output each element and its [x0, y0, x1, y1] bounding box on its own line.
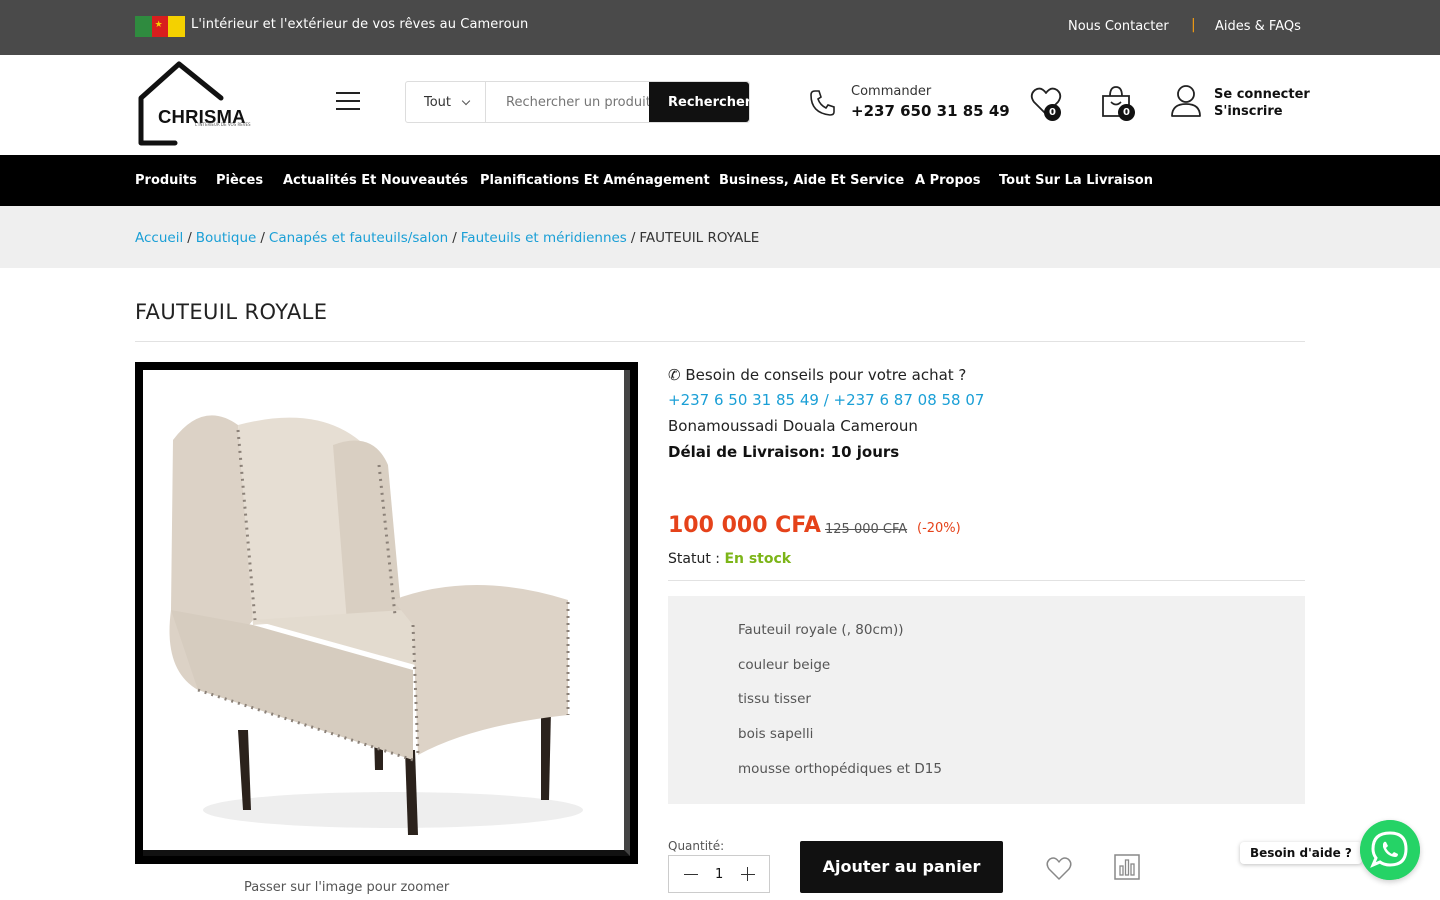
- phone-icon: [810, 90, 835, 116]
- user-icon[interactable]: [1170, 84, 1202, 118]
- breadcrumb-current: FAUTEUIL ROYALE: [639, 230, 760, 246]
- breadcrumb-shop[interactable]: Boutique: [196, 230, 257, 246]
- account-links: Se connecter S'inscrire: [1214, 86, 1310, 120]
- list-item: tissu tisser: [738, 691, 811, 707]
- list-item: mousse orthopédiques et D15: [738, 761, 942, 777]
- old-price: 125 000 CFA: [825, 522, 908, 537]
- house-logo-icon: [138, 61, 224, 146]
- menu-icon[interactable]: [336, 92, 360, 112]
- compare-chart-icon[interactable]: [1114, 854, 1140, 880]
- title-divider: [135, 341, 1305, 342]
- topbar-separator: |: [1191, 17, 1196, 33]
- page-title: FAUTEUIL ROYALE: [135, 300, 328, 324]
- search-button[interactable]: Rechercher: [649, 82, 749, 122]
- top-bar: L'intérieur et l'extérieur de vos rêves …: [0, 0, 1440, 55]
- list-item: Fauteuil royale (, 80cm)): [738, 622, 904, 638]
- contact-link[interactable]: Nous Contacter: [1068, 19, 1169, 34]
- whatsapp-chat-icon[interactable]: [1360, 820, 1420, 880]
- discount-badge: (-20%): [917, 521, 961, 536]
- zoom-hint: Passer sur l'image pour zoomer: [244, 880, 450, 895]
- breadcrumb-category[interactable]: Canapés et fauteuils/salon: [269, 230, 448, 246]
- armchair-image-icon: [169, 415, 583, 835]
- breadcrumb-subcategory[interactable]: Fauteuils et méridiennes: [461, 230, 627, 246]
- breadcrumb-home[interactable]: Accueil: [135, 230, 183, 246]
- contact-phones-link[interactable]: +237 6 50 31 85 49 / +237 6 87 08 58 07: [668, 391, 984, 409]
- feature-list: Fauteuil royale (, 80cm)) couleur beige …: [668, 596, 1305, 804]
- store-address: Bonamoussadi Douala Cameroun: [668, 417, 918, 435]
- quantity-label: Quantité:: [668, 839, 725, 853]
- info-divider: [668, 580, 1305, 581]
- nav-item-a-propos[interactable]: A Propos: [915, 173, 980, 188]
- list-item: couleur beige: [738, 657, 831, 673]
- main-nav: Produits Pièces Actualités Et Nouveautés…: [0, 155, 1440, 206]
- logo-subtitle: L'INTÉRIEUR DE VOS RÊVES: [195, 122, 251, 127]
- nav-item-business[interactable]: Business, Aide Et Service: [719, 173, 904, 188]
- current-price: 100 000 CFA: [668, 513, 821, 538]
- register-link[interactable]: S'inscrire: [1214, 103, 1310, 120]
- login-link[interactable]: Se connecter: [1214, 86, 1310, 103]
- order-label: Commander: [851, 84, 932, 99]
- search-bar: Tout Rechercher: [405, 81, 750, 123]
- cameroon-flag-icon: [135, 16, 186, 37]
- status-value: En stock: [724, 551, 792, 567]
- breadcrumb-bar: Accueil / Boutique / Canapés et fauteuils/sa…: [0, 206, 1440, 268]
- stock-status: Statut : En stock: [668, 551, 791, 567]
- delivery-delay: Délai de Livraison: 10 jours: [668, 443, 900, 461]
- quantity-stepper: 1: [668, 855, 770, 893]
- wishlist-count-badge: 0: [1044, 104, 1061, 121]
- list-item: bois sapelli: [738, 726, 814, 742]
- advice-line: ✆ Besoin de conseils pour votre achat ?: [668, 366, 966, 384]
- product-image[interactable]: [135, 362, 638, 864]
- quantity-input[interactable]: 1: [715, 867, 723, 882]
- help-tooltip[interactable]: Besoin d'aide ?: [1240, 842, 1362, 864]
- add-to-cart-button[interactable]: Ajouter au panier: [800, 841, 1003, 893]
- search-category-select[interactable]: Tout: [406, 82, 486, 122]
- nav-item-actualites[interactable]: Actualités Et Nouveautés: [283, 173, 468, 188]
- order-phone[interactable]: +237 650 31 85 49: [851, 102, 1010, 120]
- minus-icon[interactable]: [684, 874, 698, 875]
- add-to-wishlist-heart-icon[interactable]: [1045, 855, 1073, 883]
- tagline: L'intérieur et l'extérieur de vos rêves …: [191, 17, 529, 32]
- nav-item-produits[interactable]: Produits: [135, 173, 197, 188]
- plus-icon[interactable]: [741, 867, 755, 881]
- search-input[interactable]: [486, 82, 649, 122]
- nav-item-livraison[interactable]: Tout Sur La Livraison: [999, 173, 1153, 188]
- nav-item-pieces[interactable]: Pièces: [216, 173, 263, 188]
- nav-item-planifications[interactable]: Planifications Et Aménagement: [480, 173, 710, 188]
- cart-count-badge: 0: [1118, 104, 1135, 121]
- phone-small-icon: ✆: [668, 366, 681, 384]
- logo[interactable]: CHRISMA L'INTÉRIEUR DE VOS RÊVES: [135, 58, 260, 148]
- advice-text: Besoin de conseils pour votre achat ?: [685, 366, 967, 384]
- status-label: Statut :: [668, 551, 720, 567]
- breadcrumb: Accueil / Boutique / Canapés et fauteuils/sa…: [135, 230, 760, 246]
- faq-link[interactable]: Aides & FAQs: [1215, 19, 1301, 34]
